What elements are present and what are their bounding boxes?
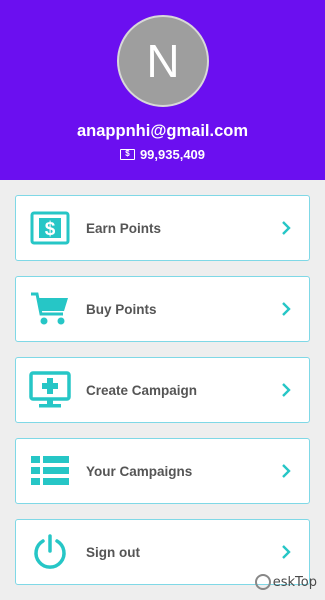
menu-item-buy-points[interactable]: Buy Points <box>15 276 310 342</box>
avatar[interactable]: N <box>117 15 209 107</box>
menu-item-earn-points[interactable]: $ Earn Points <box>15 195 310 261</box>
dollar-card-icon: $ <box>28 206 72 250</box>
menu-item-create-campaign[interactable]: Create Campaign <box>15 357 310 423</box>
menu-item-label: Buy Points <box>86 301 157 317</box>
chevron-right-icon <box>282 464 291 478</box>
points-balance: $ 99,935,409 <box>0 147 325 162</box>
menu-item-label: Create Campaign <box>86 382 198 398</box>
balance-value: 99,935,409 <box>139 147 206 162</box>
menu-item-label: Your Campaigns <box>86 463 193 479</box>
menu-item-your-campaigns[interactable]: Your Campaigns <box>15 438 310 504</box>
watermark-icon <box>254 574 271 590</box>
menu-item-label: Sign out <box>86 544 140 560</box>
list-icon <box>28 449 72 493</box>
svg-text:$: $ <box>45 219 56 240</box>
chevron-right-icon <box>282 383 291 397</box>
watermark-text: eskTop <box>272 574 317 590</box>
dollar-bill-icon: $ <box>119 149 135 160</box>
chevron-right-icon <box>282 302 291 316</box>
watermark-logo: eskTop <box>254 574 317 590</box>
profile-header: N anappnhi@gmail.com $ 99,935,409 <box>0 0 325 180</box>
user-email: anappnhi@gmail.com <box>76 122 249 140</box>
monitor-plus-icon <box>28 368 72 412</box>
chevron-right-icon <box>282 221 291 235</box>
power-icon <box>28 530 72 574</box>
chevron-right-icon <box>282 545 291 559</box>
menu-item-label: Earn Points <box>86 220 162 236</box>
shopping-cart-icon <box>28 287 72 331</box>
